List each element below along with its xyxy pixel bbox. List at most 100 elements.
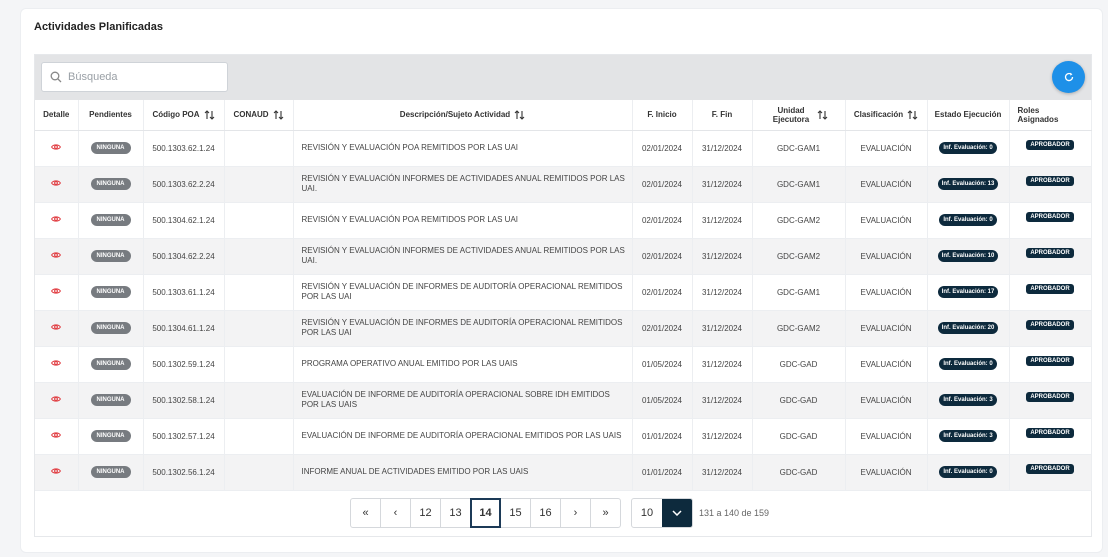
table-row[interactable]: NINGUNA 500.1303.62.2.24 REVISIÓN Y EVALUA… (35, 166, 1092, 203)
detail-button[interactable] (51, 431, 62, 441)
page-size-select[interactable]: 10 (631, 498, 693, 528)
inicio-cell: 02/01/2024 (632, 202, 693, 239)
inicio-cell: 02/01/2024 (632, 274, 693, 311)
unidad-cell: GDC-GAD (752, 382, 846, 419)
last-page-button[interactable]: » (590, 498, 621, 528)
detail-button[interactable] (51, 395, 62, 405)
eye-icon[interactable] (51, 359, 62, 367)
detail-cell[interactable] (35, 166, 79, 203)
detail-cell[interactable] (35, 454, 79, 491)
estado-cell: Inf. Evaluación: 17 (927, 274, 1010, 311)
eye-icon[interactable] (51, 395, 62, 403)
unidad-cell: GDC-GAM2 (752, 202, 846, 239)
page-button[interactable]: 13 (440, 498, 471, 528)
codigo-cell: 500.1303.62.1.24 (143, 130, 225, 167)
detail-cell[interactable] (35, 382, 79, 419)
codigo-cell: 500.1302.59.1.24 (143, 346, 225, 383)
col-clasificacion[interactable]: Clasificación (845, 100, 928, 131)
pendientes-cell: NINGUNA (78, 202, 144, 239)
eye-icon[interactable] (51, 467, 62, 475)
search-box[interactable] (41, 62, 228, 92)
page-button[interactable]: 16 (530, 498, 561, 528)
detail-cell[interactable] (35, 310, 79, 347)
pendientes-cell: NINGUNA (78, 310, 144, 347)
table-row[interactable]: NINGUNA 500.1304.62.1.24 REVISIÓN Y EVALUA… (35, 202, 1092, 239)
col-codigo[interactable]: Código POA (143, 100, 225, 131)
roles-cell: APROBADOR (1009, 346, 1092, 383)
eye-icon[interactable] (51, 143, 62, 151)
fin-cell: 31/12/2024 (692, 418, 753, 455)
detail-cell[interactable] (35, 346, 79, 383)
detail-button[interactable] (51, 179, 62, 189)
table-row[interactable]: NINGUNA 500.1303.61.1.24 REVISIÓN Y EVALUA… (35, 274, 1092, 311)
pendientes-cell: NINGUNA (78, 454, 144, 491)
detail-cell[interactable] (35, 202, 79, 239)
pendientes-cell: NINGUNA (78, 166, 144, 203)
fin-cell: 31/12/2024 (692, 238, 753, 275)
page-button[interactable]: 12 (410, 498, 441, 528)
col-unidad[interactable]: Unidad Ejecutora (752, 100, 846, 131)
page-size-value[interactable]: 10 (632, 499, 662, 527)
refresh-icon (1064, 72, 1073, 82)
page-button[interactable]: 15 (500, 498, 531, 528)
detail-cell[interactable] (35, 274, 79, 311)
sort-icon[interactable] (514, 109, 525, 120)
sort-icon[interactable] (273, 109, 284, 120)
refresh-button[interactable] (1052, 61, 1085, 93)
detail-cell[interactable] (35, 130, 79, 167)
inicio-cell: 02/01/2024 (632, 166, 693, 203)
conaud-cell (224, 382, 294, 419)
table-row[interactable]: NINGUNA 500.1304.62.2.24 REVISIÓN Y EVALUA… (35, 238, 1092, 275)
table-row[interactable]: NINGUNA 500.1302.59.1.24 PROGRAMA OPERATIV… (35, 346, 1092, 383)
detail-cell[interactable] (35, 238, 79, 275)
detail-button[interactable] (51, 143, 62, 153)
sort-icon[interactable] (907, 109, 918, 120)
status-badge: Inf. Evaluación: 3 (939, 430, 997, 442)
table-row[interactable]: NINGUNA 500.1302.57.1.24 EVALUACIÓN DE INF… (35, 418, 1092, 455)
detail-button[interactable] (51, 287, 62, 297)
detail-button[interactable] (51, 323, 62, 333)
descripcion-cell: REVISIÓN Y EVALUACIÓN DE INFORMES DE AUD… (293, 310, 633, 347)
eye-icon[interactable] (51, 215, 62, 223)
col-detalle: Detalle (35, 100, 79, 131)
detail-cell[interactable] (35, 418, 79, 455)
next-page-button[interactable]: › (560, 498, 591, 528)
page-size-dropdown-button[interactable] (662, 499, 692, 527)
col-descripcion[interactable]: Descripción/Sujeto Actividad (293, 100, 633, 131)
clasificacion-cell: EVALUACIÓN (845, 346, 928, 383)
pending-badge: NINGUNA (90, 430, 131, 442)
unidad-cell: GDC-GAM1 (752, 274, 846, 311)
first-page-button[interactable]: « (350, 498, 381, 528)
search-input[interactable] (68, 63, 218, 91)
estado-cell: Inf. Evaluación: 10 (927, 238, 1010, 275)
eye-icon[interactable] (51, 431, 62, 439)
estado-cell: Inf. Evaluación: 0 (927, 202, 1010, 239)
card-title: Actividades Planificadas (34, 21, 163, 33)
eye-icon[interactable] (51, 323, 62, 331)
detail-button[interactable] (51, 359, 62, 369)
fin-cell: 31/12/2024 (692, 202, 753, 239)
pendientes-cell: NINGUNA (78, 346, 144, 383)
sort-icon[interactable] (817, 109, 828, 120)
eye-icon[interactable] (51, 179, 62, 187)
eye-icon[interactable] (51, 287, 62, 295)
prev-page-button[interactable]: ‹ (380, 498, 411, 528)
detail-button[interactable] (51, 215, 62, 225)
detail-button[interactable] (51, 467, 62, 477)
table-row[interactable]: NINGUNA 500.1302.58.1.24 EVALUACIÓN DE INF… (35, 382, 1092, 419)
table-row[interactable]: NINGUNA 500.1302.56.1.24 INFORME ANUAL DE … (35, 454, 1092, 491)
sort-icon[interactable] (204, 109, 215, 120)
current-page-button[interactable]: 14 (470, 498, 501, 528)
inicio-cell: 01/01/2024 (632, 454, 693, 491)
table-row[interactable]: NINGUNA 500.1304.61.1.24 REVISIÓN Y EVALUA… (35, 310, 1092, 347)
eye-icon[interactable] (51, 251, 62, 259)
table-row[interactable]: NINGUNA 500.1303.62.1.24 REVISIÓN Y EVALUA… (35, 130, 1092, 167)
roles-cell: APROBADOR (1009, 166, 1092, 203)
col-conaud[interactable]: CONAUD (224, 100, 294, 131)
codigo-cell: 500.1303.61.1.24 (143, 274, 225, 311)
col-inicio: F. Inicio (632, 100, 693, 131)
fin-cell: 31/12/2024 (692, 130, 753, 167)
detail-button[interactable] (51, 251, 62, 261)
roles-cell: APROBADOR (1009, 382, 1092, 419)
inicio-cell: 02/01/2024 (632, 130, 693, 167)
